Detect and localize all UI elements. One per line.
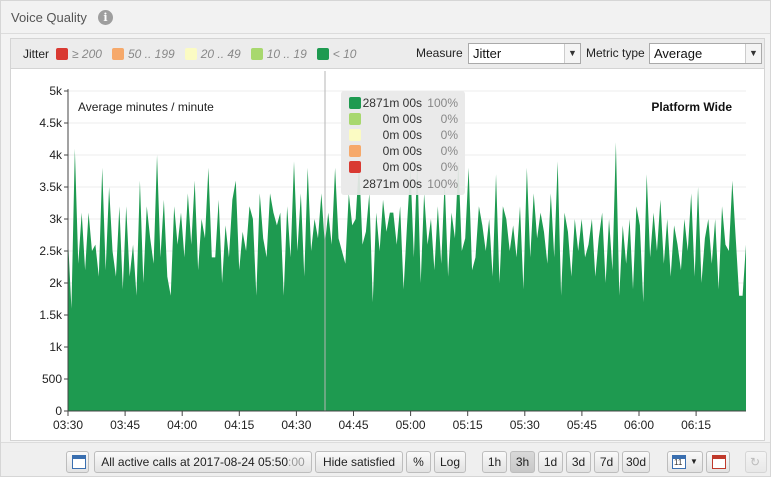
x-tick-label: 04:00 <box>167 418 197 432</box>
y-axis: 0 500 1k 1.5k 2k 2.5k 3k 3.5k 4k 4.5k 5k <box>39 84 69 418</box>
log-button[interactable]: Log <box>434 451 466 473</box>
tooltip-percent: 0% <box>440 112 458 126</box>
y-tick-label: 500 <box>42 372 62 386</box>
tooltip-row: 0m 00s 0% <box>341 128 465 143</box>
x-tick-label: 03:45 <box>110 418 140 432</box>
range-3d-button[interactable]: 3d <box>566 451 591 473</box>
range-1h-button[interactable]: 1h <box>482 451 507 473</box>
y-tick-label: 3k <box>49 212 63 226</box>
tooltip-row: 0m 00s 0% <box>341 112 465 127</box>
bottom-toolbar: All active calls at 2017-08-24 05:50:00 … <box>1 442 770 476</box>
x-axis: 03:30 03:45 04:00 04:15 04:30 04:45 05:00 05:15… <box>53 410 746 432</box>
tooltip-total-percent: 100% <box>427 177 458 191</box>
x-tick-label: 05:30 <box>510 418 540 432</box>
hide-satisfied-button[interactable]: Hide satisfied <box>315 451 403 473</box>
tooltip-duration: 0m 00s <box>382 160 422 174</box>
tooltip-percent: 100% <box>427 96 458 110</box>
y-tick-label: 3.5k <box>39 180 63 194</box>
range-3h-button[interactable]: 3h <box>510 451 535 473</box>
tooltip-percent: 0% <box>440 160 458 174</box>
y-tick-label: 4k <box>49 148 63 162</box>
export-button[interactable] <box>66 451 89 473</box>
y-tick-label: 2.5k <box>39 244 63 258</box>
voice-quality-chart[interactable]: 0 500 1k 1.5k 2k 2.5k 3k 3.5k 4k 4.5k 5k 03:30 03:4… <box>1 1 771 478</box>
tooltip-swatch <box>349 97 361 109</box>
tooltip-percent: 0% <box>440 128 458 142</box>
x-tick-label: 06:00 <box>624 418 654 432</box>
refresh-button[interactable]: ↻ <box>745 451 767 473</box>
tooltip-duration: 0m 00s <box>382 112 422 126</box>
tooltip-duration: 0m 00s <box>382 144 422 158</box>
percent-button[interactable]: % <box>406 451 431 473</box>
tooltip-swatch <box>349 113 361 125</box>
x-tick-label: 05:00 <box>396 418 426 432</box>
range-30d-button[interactable]: 30d <box>622 451 650 473</box>
x-tick-label: 06:15 <box>681 418 711 432</box>
calendar-icon: 11 <box>672 455 686 469</box>
calendar-go-button[interactable] <box>706 451 730 473</box>
active-calls-seconds: :00 <box>288 455 305 469</box>
y-tick-label: 2k <box>49 276 63 290</box>
x-tick-label: 04:30 <box>281 418 311 432</box>
x-tick-label: 03:30 <box>53 418 83 432</box>
active-calls-text: All active calls at 2017-08-24 05:50 <box>101 455 289 469</box>
calendar-export-icon <box>72 455 86 469</box>
tooltip-duration: 0m 00s <box>382 128 422 142</box>
chart-annotation-right: Platform Wide <box>651 100 732 114</box>
x-tick-label: 05:45 <box>567 418 597 432</box>
tooltip-row: 0m 00s 0% <box>341 144 465 159</box>
hover-tooltip: 2871m 00s 100% 0m 00s 0% 0m 00s 0% 0m 00… <box>341 91 465 195</box>
range-7d-button[interactable]: 7d <box>594 451 619 473</box>
y-tick-label: 5k <box>49 84 63 98</box>
refresh-icon: ↻ <box>750 455 761 469</box>
y-tick-label: 4.5k <box>39 116 63 130</box>
tooltip-total-duration: 2871m 00s <box>362 177 422 191</box>
calendar-day: 11 <box>674 458 683 467</box>
tooltip-swatch <box>349 129 361 141</box>
tooltip-percent: 0% <box>440 144 458 158</box>
calendar-go-icon <box>712 455 726 469</box>
x-tick-label: 04:45 <box>338 418 368 432</box>
x-tick-label: 04:15 <box>224 418 254 432</box>
voice-quality-panel: Voice Quality i Jitter ≥ 200 50 .. 199 2… <box>0 0 771 477</box>
tooltip-swatch <box>349 161 361 173</box>
y-tick-label: 0 <box>55 404 62 418</box>
tooltip-total-row: 2871m 00s 100% <box>341 177 465 192</box>
chart-annotation-left: Average minutes / minute <box>78 100 214 114</box>
date-picker-button[interactable]: 11 ▼ <box>667 451 703 473</box>
tooltip-swatch <box>349 145 361 157</box>
chevron-down-icon: ▼ <box>690 457 698 466</box>
tooltip-row: 2871m 00s 100% <box>341 96 465 111</box>
tooltip-row: 0m 00s 0% <box>341 160 465 175</box>
y-tick-label: 1.5k <box>39 308 63 322</box>
y-tick-label: 1k <box>49 340 63 354</box>
active-calls-button[interactable]: All active calls at 2017-08-24 05:50:00 <box>94 451 312 473</box>
range-1d-button[interactable]: 1d <box>538 451 563 473</box>
x-tick-label: 05:15 <box>453 418 483 432</box>
tooltip-duration: 2871m 00s <box>362 96 422 110</box>
